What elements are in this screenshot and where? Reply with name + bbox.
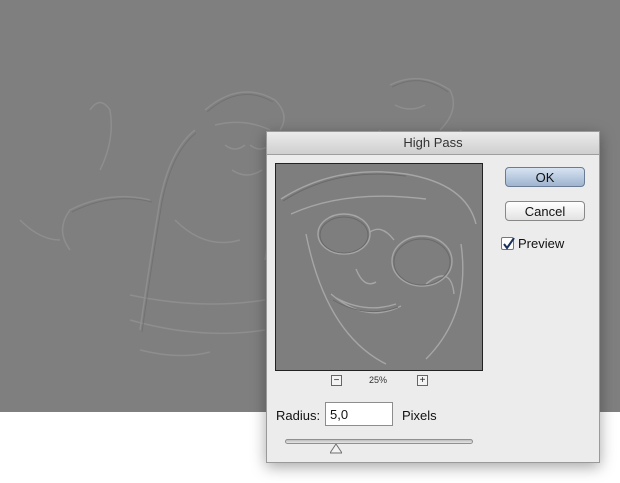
preview-face-image	[280, 171, 477, 365]
dialog-title: High Pass	[267, 132, 599, 155]
zoom-out-icon[interactable]: −	[331, 375, 342, 386]
radius-slider-track[interactable]	[285, 439, 473, 444]
radius-input[interactable]	[325, 402, 393, 426]
zoom-level: 25%	[369, 375, 388, 385]
radius-units-label: Pixels	[402, 408, 437, 423]
ok-button[interactable]: OK	[505, 167, 585, 187]
preview-checkbox[interactable]	[501, 237, 515, 250]
filter-preview[interactable]	[275, 163, 483, 371]
high-pass-dialog: High Pass − 25% + OK Cancel Preview Radi…	[266, 131, 600, 463]
checkmark-icon	[503, 237, 515, 250]
preview-label: Preview	[518, 236, 565, 251]
radius-slider-thumb[interactable]	[329, 444, 342, 454]
cancel-button[interactable]: Cancel	[505, 201, 585, 221]
radius-label: Radius:	[276, 408, 321, 423]
zoom-in-icon[interactable]: +	[417, 375, 428, 386]
